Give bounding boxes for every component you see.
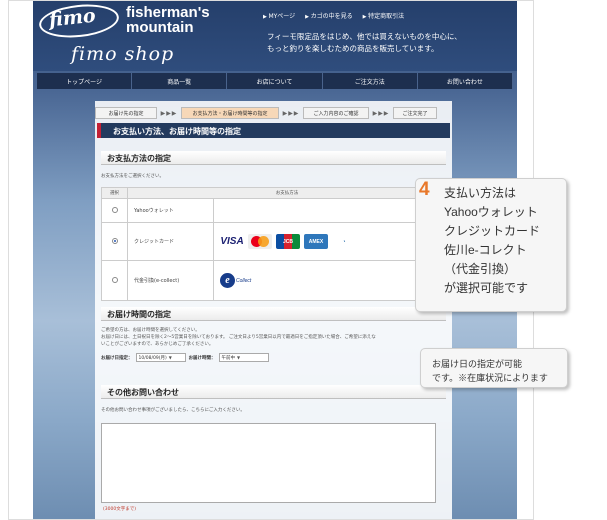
site-header: fimo fisherman's mountain fimo shop MYペー… — [33, 1, 517, 71]
step-confirm: ご入力内容のご確認 — [303, 107, 369, 119]
radio-credit-card[interactable] — [111, 237, 118, 244]
callout-line: お届け日の指定が可能 — [432, 359, 523, 369]
method-detail-cell: VISA JCB AMEX ◔ — [213, 222, 447, 261]
table-row: 代金引換(e-collect) e Collect — [101, 260, 447, 301]
ecollect-e-icon: e — [220, 273, 235, 288]
character-limit-note: (3000文字まで) — [103, 507, 136, 512]
step-arrow-icon: ▶▶▶ — [372, 109, 390, 117]
visa-logo: VISA — [220, 234, 244, 249]
method-ecollect: 代金引換(e-collect) — [127, 260, 214, 301]
radio-cell — [101, 222, 128, 261]
delivery-date-label: お届け日指定： — [101, 355, 133, 361]
diners-club-logo: ◔ — [332, 234, 356, 249]
delivery-heading-bar: お届け時間の指定 — [101, 307, 446, 321]
radio-ecollect[interactable] — [111, 276, 118, 283]
inquiry-heading: その他お問い合わせ — [107, 388, 179, 397]
global-nav: トップページ 商品一覧 お店について ご注文方法 お問い合わせ — [37, 73, 514, 89]
callout-line: です。※在庫状況によります — [432, 373, 548, 383]
delivery-date-value: 10/08/09(月) — [138, 355, 167, 361]
amex-logo: AMEX — [304, 234, 328, 249]
page-title: お支払い方法、お届け時間等の指定 — [113, 127, 241, 136]
nav-how-to-order[interactable]: ご注文方法 — [323, 73, 418, 89]
delivery-heading: お届け時間の指定 — [107, 310, 171, 319]
payment-methods-callout: 4 支払い方法は Yahooウォレット クレジットカード 佐川e-コレクト （代… — [415, 178, 567, 312]
delivery-time-select[interactable]: 午前中 ▼ — [218, 353, 269, 362]
column-method: お支払方法 — [127, 187, 447, 199]
nav-top[interactable]: トップページ — [37, 73, 133, 89]
card-logos: VISA JCB AMEX ◔ — [214, 234, 446, 249]
payment-heading-bar: お支払方法の指定 — [101, 151, 446, 165]
step-arrow-icon: ▶▶▶ — [282, 109, 300, 117]
tagline-line1: フィーモ限定品をはじめ、他では買えないものを中心に、 — [267, 32, 462, 41]
jcb-logo: JCB — [276, 234, 300, 249]
ecollect-text: Collect — [236, 277, 252, 284]
page-title-bar: お支払い方法、お届け時間等の指定 — [97, 123, 450, 138]
delivery-date-callout: お届け日の指定が可能 です。※在庫状況によります — [420, 348, 568, 388]
nav-contact[interactable]: お問い合わせ — [418, 73, 514, 89]
delivery-note-1: ご希望の方は、お届け時間を選択してください。 — [101, 328, 200, 333]
payment-heading: お支払方法の指定 — [107, 154, 171, 163]
step-arrow-icon: ▶▶▶ — [160, 109, 178, 117]
payment-note: お支払方法をご選択ください。 — [101, 174, 164, 179]
mypage-link[interactable]: MYページ — [263, 11, 295, 20]
checkout-panel: お届け先の指定 ▶▶▶ お支払方法・お届け時間等の指定 ▶▶▶ ご入力内容のご確… — [95, 101, 452, 519]
radio-cell — [101, 260, 128, 301]
top-links: MYページ カゴの中を見る 特定商取引法 — [263, 11, 404, 20]
callout-line: クレジットカード — [444, 224, 541, 238]
payment-method-table: 選択 お支払方法 Yahooウォレット クレジットカード VISA JCB AM… — [101, 187, 447, 301]
tagline-line2: もっと釣りを楽しむための商品を販売しています。 — [267, 44, 439, 53]
callout-line: が選択可能です — [444, 281, 529, 295]
nav-products[interactable]: 商品一覧 — [132, 73, 228, 89]
table-row: クレジットカード VISA JCB AMEX ◔ — [101, 222, 447, 261]
column-select: 選択 — [101, 187, 128, 199]
inquiry-heading-bar: その他お問い合わせ — [101, 385, 446, 399]
legal-notice-link[interactable]: 特定商取引法 — [363, 11, 404, 20]
chevron-down-icon: ▼ — [168, 355, 172, 360]
delivery-date-select[interactable]: 10/08/09(月) ▼ — [135, 353, 186, 362]
ecollect-mark: e Collect — [220, 270, 256, 292]
callout-line: Yahooウォレット — [444, 205, 538, 219]
radio-cell — [101, 198, 128, 223]
callout-line: （代金引換） — [444, 262, 517, 276]
nav-about[interactable]: お店について — [227, 73, 323, 89]
method-detail-cell: e Collect — [213, 260, 447, 301]
delivery-note-2: お届け日には、土日祝日を除く2～5営業日を除いております。 ご注文日より5営業日… — [101, 335, 376, 340]
radio-yahoo-wallet[interactable] — [111, 206, 118, 213]
checkout-steps: お届け先の指定 ▶▶▶ お支払方法・お届け時間等の指定 ▶▶▶ ご入力内容のご確… — [95, 107, 452, 119]
callout-step-number: 4 — [419, 179, 430, 200]
inquiry-textarea[interactable] — [101, 423, 436, 503]
shop-name: fimo shop — [71, 43, 175, 65]
ecollect-logo: e Collect — [214, 270, 446, 292]
step-shipping-address: お届け先の指定 — [95, 107, 157, 119]
method-yahoo-wallet: Yahooウォレット — [127, 198, 214, 223]
mastercard-logo — [248, 234, 272, 249]
delivery-time-value: 午前中 — [221, 355, 236, 361]
view-cart-link[interactable]: カゴの中を見る — [305, 11, 353, 20]
delivery-options: お届け日指定： 10/08/09(月) ▼ お届け時間： 午前中 ▼ — [101, 353, 269, 362]
delivery-time-label: お届け時間： — [188, 355, 216, 361]
step-complete: ご注文完了 — [393, 107, 437, 119]
brand-name-line2: mountain — [126, 19, 194, 36]
callout-line: 支払い方法は — [444, 186, 517, 200]
table-header-row: 選択 お支払方法 — [101, 187, 447, 199]
inquiry-note: その他お問い合わせ事項がございましたら、こちらにご入力ください。 — [101, 408, 245, 413]
callout-line: 佐川e-コレクト — [444, 243, 527, 257]
delivery-note-3: いことがございますので、あらかじめご了承ください。 — [101, 342, 214, 347]
chevron-down-icon: ▼ — [237, 355, 241, 360]
method-credit-card: クレジットカード — [127, 222, 214, 261]
method-detail-cell — [213, 198, 447, 223]
step-payment-delivery: お支払方法・お届け時間等の指定 — [181, 107, 279, 119]
table-row: Yahooウォレット — [101, 198, 447, 223]
